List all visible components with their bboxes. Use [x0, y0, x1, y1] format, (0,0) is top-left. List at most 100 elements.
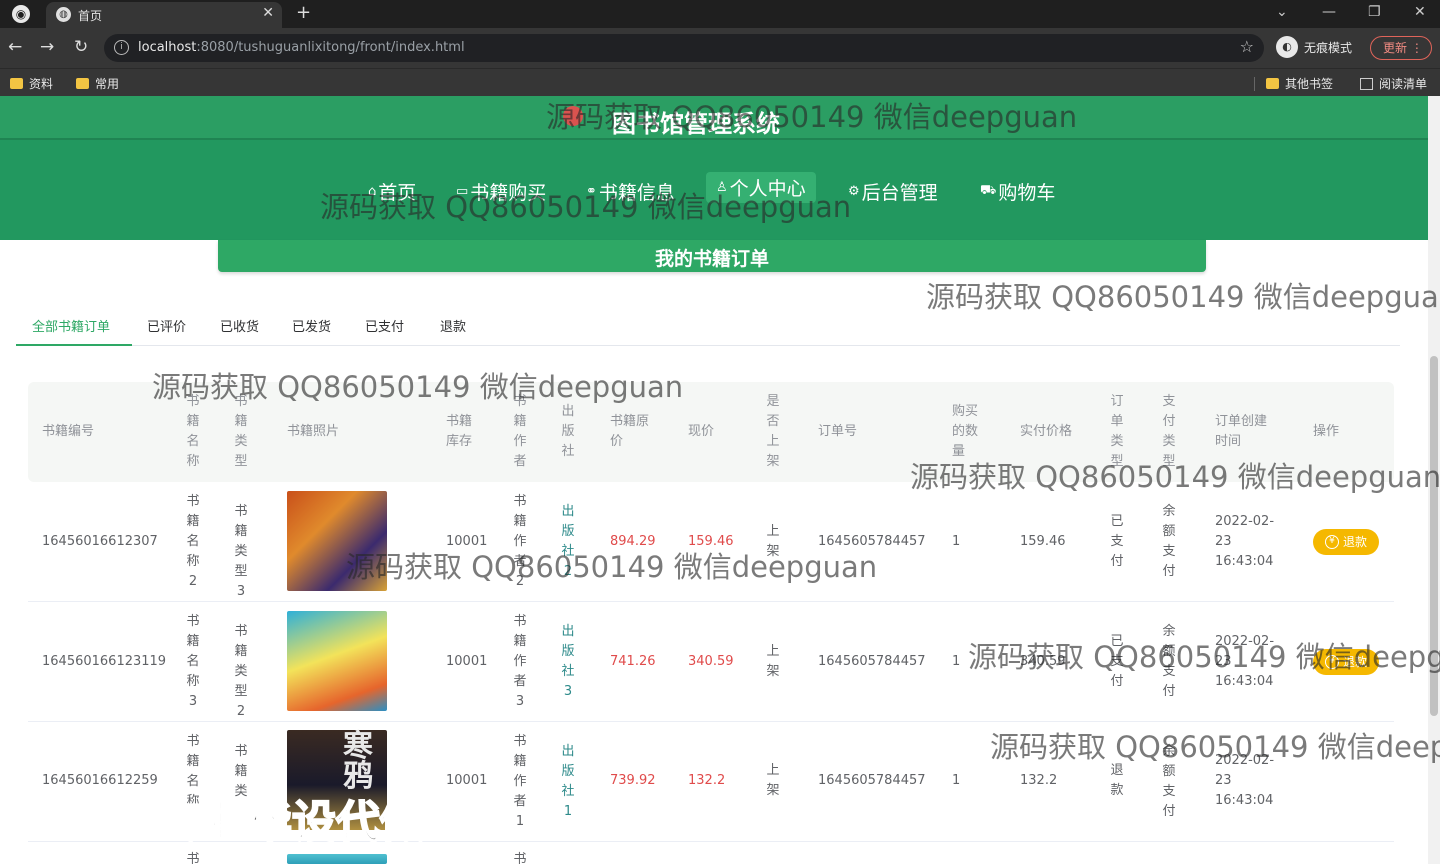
divider [1254, 77, 1255, 91]
watermark: 源码获取 QQ86050149 微信deepguan [546, 100, 1078, 134]
book-type: 书籍类型3 [234, 504, 248, 599]
bookmark-folder[interactable]: 资料 [10, 75, 53, 92]
chevron-down-icon[interactable]: ⌄ [1276, 4, 1288, 20]
watermark: 源码获取 QQ86050149 微信deepguan [926, 280, 1440, 314]
close-icon[interactable]: ✕ [262, 5, 274, 21]
book-author: 书籍作者3 [513, 614, 527, 709]
watermark: 源码获取 QQ86050149 微信deepguan [910, 460, 1440, 494]
back-icon[interactable]: ← [8, 37, 22, 57]
watermark-banner: 专业毕设代做 [159, 796, 425, 849]
folder-icon [76, 78, 89, 89]
paid-price: 159.46 [1020, 534, 1066, 549]
globe-icon: ◍ [56, 7, 71, 22]
url-text: localhost:8080/tushuguanlixitong/front/i… [138, 40, 465, 55]
section-title: 我的书籍订单 [654, 248, 769, 270]
active-tab-indicator [16, 344, 132, 346]
book-photo[interactable] [287, 854, 387, 864]
bookmark-star-icon[interactable]: ☆ [1240, 37, 1254, 56]
column-header: 现价 [688, 424, 715, 439]
publisher: 出版社1 [561, 744, 575, 819]
tab-paid[interactable]: 已支付 [365, 316, 404, 335]
info-icon[interactable]: i [114, 40, 129, 55]
book-stock: 10001 [446, 654, 488, 669]
book-author: 书籍作者1 [513, 734, 527, 829]
browser-tab[interactable]: ◍ 首页 ✕ [46, 2, 282, 28]
on-sale-status: 上架 [766, 644, 780, 679]
quantity: 1 [952, 654, 961, 669]
watermark: 源码获取 QQ86050149 微信deepguan [990, 730, 1440, 764]
section-header: 我的书籍订单 [218, 240, 1206, 272]
refund-button[interactable]: ¥ 退款 [1313, 529, 1379, 555]
divider [28, 721, 1394, 722]
column-header: 书籍原价 [610, 414, 650, 449]
book-name: 书 [186, 852, 200, 864]
window-close-icon[interactable]: ✕ [1414, 4, 1426, 20]
book-author: 书 [513, 852, 527, 864]
address-bar: ← → ↻ i localhost:8080/tushuguanlixitong… [0, 28, 1440, 68]
watermark: 源码获取 QQ86050149 微信deepguan [968, 640, 1440, 674]
tab-shipped[interactable]: 已发货 [292, 316, 331, 335]
column-header: 订单号 [818, 424, 858, 439]
paid-price: 132.2 [1020, 773, 1058, 788]
tab-reviewed[interactable]: 已评价 [147, 316, 186, 335]
divider [28, 601, 1394, 602]
web-page: 图书馆管理系统 ⌂ 首页 ▭ 书籍购买 ⚭ 书籍信息 ♙ 个人中心 ⚙ 后台管理 ⛟ 购物车… [0, 96, 1440, 864]
reload-icon[interactable]: ↻ [74, 37, 88, 57]
bookmark-folder-other[interactable]: 其他书签 [1266, 75, 1333, 92]
original-price: 739.92 [610, 773, 656, 788]
forward-icon[interactable]: → [40, 37, 54, 57]
book-id: 16456016612307 [42, 534, 158, 549]
payment-type: 余额支付 [1162, 504, 1176, 579]
reading-list[interactable]: 阅读清单 [1360, 75, 1427, 92]
bookmark-folder[interactable]: 常用 [76, 75, 119, 92]
current-price: 132.2 [688, 773, 726, 788]
book-name: 书籍名称3 [186, 614, 200, 709]
column-header: 是否上架 [766, 394, 780, 469]
created-time: 2022-02-23 16:43:04 [1215, 514, 1275, 569]
tab-title: 首页 [78, 9, 103, 23]
book-photo[interactable] [287, 611, 387, 711]
bookmarks-bar: 资料 常用 其他书签 阅读清单 [0, 68, 1440, 96]
order-type: 已支付 [1110, 514, 1124, 569]
column-header: 书籍库存 [446, 414, 473, 449]
book-id: 16456016612259 [42, 773, 158, 788]
tab-received[interactable]: 已收货 [220, 316, 259, 335]
book-type: 书籍类型2 [234, 624, 248, 719]
book-name: 书籍名称2 [186, 494, 200, 589]
browser-menu-icon[interactable]: ◉ [12, 5, 30, 23]
column-header: 购买的数量 [952, 404, 979, 459]
incognito-label: 无痕模式 [1304, 40, 1353, 55]
publisher: 出版社3 [561, 624, 575, 699]
minimize-icon[interactable]: — [1322, 4, 1336, 20]
original-price: 741.26 [610, 654, 656, 669]
book-id: 164560166123119 [42, 654, 167, 669]
watermark: 源码获取 QQ86050149 微信deepguan [346, 550, 878, 584]
nav-admin[interactable]: ⚙ 后台管理 [848, 178, 938, 205]
column-header: 订单创建时间 [1215, 414, 1268, 449]
browser-tab-strip: ◉ ◍ 首页 ✕ + ⌄ — ❐ ✕ [0, 0, 1440, 28]
column-header: 实付价格 [1020, 424, 1073, 439]
order-number: 1645605784457 [818, 654, 926, 669]
nav-cart[interactable]: ⛟ 购物车 [980, 178, 1055, 205]
url-input[interactable]: i localhost:8080/tushuguanlixitong/front… [104, 34, 1264, 62]
order-number: 1645605784457 [818, 773, 926, 788]
watermark: 源码获取 QQ86050149 微信deepguan [152, 370, 684, 404]
incognito-indicator[interactable]: ◐ 无痕模式 [1276, 36, 1352, 58]
new-tab-icon[interactable]: + [296, 2, 311, 23]
watermark: 源码获取 QQ86050149 微信deepguan [320, 190, 852, 224]
update-button[interactable]: 更新 ⋮ [1370, 36, 1432, 60]
reading-list-icon [1360, 77, 1373, 90]
column-header: 书籍照片 [287, 424, 340, 439]
tab-refund[interactable]: 退款 [440, 316, 466, 335]
quantity: 1 [952, 773, 961, 788]
book-photo-caption: 寒鸦 [343, 729, 373, 794]
column-header: 操作 [1313, 424, 1340, 439]
book-stock: 10001 [446, 773, 488, 788]
column-header: 出版社 [561, 404, 575, 459]
restore-icon[interactable]: ❐ [1368, 4, 1381, 20]
folder-icon [10, 78, 23, 89]
cart-icon: ⛟ [980, 183, 997, 198]
column-header: 书籍编号 [42, 424, 95, 439]
tab-all-orders[interactable]: 全部书籍订单 [32, 316, 110, 335]
quantity: 1 [952, 534, 961, 549]
